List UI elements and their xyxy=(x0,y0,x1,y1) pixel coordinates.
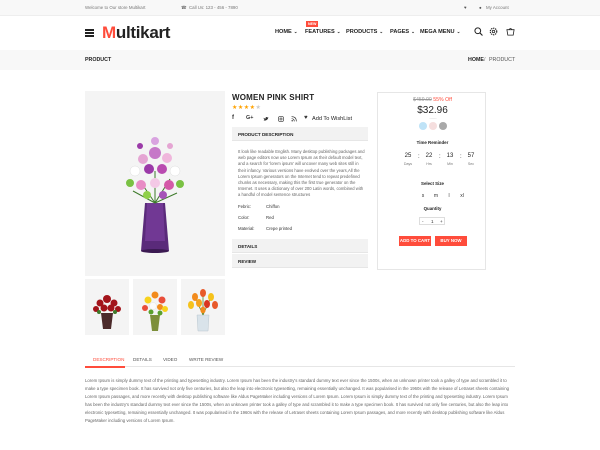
wishlist-heart-icon[interactable]: ♥ xyxy=(304,115,308,121)
tab-description[interactable]: DESCRIPTION xyxy=(93,357,124,362)
product-tabs: DESCRIPTION DETAILS VIDEO WRITE REVIEW xyxy=(85,352,515,367)
product-name: WOMEN PINK SHIRT xyxy=(232,93,315,102)
tab-write-review[interactable]: WRITE REVIEW xyxy=(189,357,223,362)
details-header[interactable]: DETAILS xyxy=(232,239,368,253)
size-option-xl[interactable]: xl xyxy=(458,193,466,199)
google-plus-icon[interactable]: G+ xyxy=(246,115,253,121)
gear-icon[interactable] xyxy=(489,27,498,36)
thumbnail-red-roses[interactable] xyxy=(85,279,129,335)
thumbnail-mixed-bouquet[interactable] xyxy=(133,279,177,335)
rating-stars: ★★★★★ xyxy=(232,105,262,111)
color-swatch-blue[interactable] xyxy=(419,122,427,130)
quantity-stepper: - 1 + xyxy=(419,217,445,225)
search-icon[interactable] xyxy=(474,27,483,36)
breadcrumb: PRODUCT HOME / PRODUCT xyxy=(0,50,600,70)
quantity-minus-button[interactable]: - xyxy=(422,219,424,224)
timer-minutes: 13 Min xyxy=(446,153,454,166)
heart-icon[interactable]: ♥ xyxy=(464,5,467,10)
new-badge: NEW xyxy=(306,21,319,27)
top-bar: Welcome to Our store Multikart ☎ Call Us… xyxy=(0,0,600,16)
breadcrumb-current: PRODUCT xyxy=(489,57,516,63)
mixed-bouquet-image xyxy=(142,291,168,331)
tab-video[interactable]: VIDEO xyxy=(163,357,177,362)
flower-vase-image xyxy=(126,137,184,253)
add-to-wishlist-link[interactable]: Add To WishList xyxy=(312,116,352,122)
quantity-plus-button[interactable]: + xyxy=(440,219,443,224)
time-reminder-label: Time Reminder xyxy=(416,140,449,145)
select-size-label: Select Size xyxy=(421,181,444,186)
spec-color: Color: Red xyxy=(238,215,274,220)
orange-tulips-image xyxy=(188,289,218,332)
main-product-image[interactable] xyxy=(85,91,225,276)
nav-mega-menu[interactable]: MEGA MENU ⌄ xyxy=(420,29,460,35)
facebook-icon[interactable]: f xyxy=(232,115,234,121)
breadcrumb-home[interactable]: HOME xyxy=(468,57,484,63)
timer-colon: : xyxy=(439,154,441,160)
size-option-s[interactable]: s xyxy=(419,193,427,199)
price: $32.96 xyxy=(417,105,448,116)
tab-details[interactable]: DETAILS xyxy=(133,357,152,362)
phone-text: Call Us: 123 - 456 - 7890 xyxy=(189,5,238,10)
spec-fabric: Febric: Chiffon xyxy=(238,204,280,209)
active-tab-indicator xyxy=(85,366,125,368)
page-title: PRODUCT xyxy=(85,57,112,63)
my-account-link[interactable]: My Account xyxy=(486,5,509,10)
buy-now-button[interactable]: BUY NOW xyxy=(435,236,467,246)
timer-colon: : xyxy=(460,154,462,160)
timer-hours: 22 Hrs xyxy=(425,153,433,166)
instagram-icon[interactable] xyxy=(278,116,284,122)
thumbnail-orange-tulips[interactable] xyxy=(181,279,225,335)
quantity-input[interactable]: 1 xyxy=(431,219,434,224)
menu-icon[interactable] xyxy=(85,29,94,37)
twitter-icon[interactable] xyxy=(263,116,269,122)
quantity-label: Quantity xyxy=(423,206,442,211)
size-option-m[interactable]: m xyxy=(432,193,440,199)
old-price: $459.00 55% Off xyxy=(413,97,452,103)
review-header[interactable]: REVIEW xyxy=(232,254,368,268)
nav-features[interactable]: FEATURES ⌄ xyxy=(305,29,341,35)
product-description-header[interactable]: PRODUCT DESCRIPTION xyxy=(232,127,368,141)
timer-colon: : xyxy=(418,154,420,160)
add-to-cart-button[interactable]: ADD TO CART xyxy=(399,236,431,246)
color-swatch-gray[interactable] xyxy=(439,122,447,130)
cart-icon[interactable] xyxy=(506,27,515,36)
nav-products[interactable]: PRODUCTS ⌄ xyxy=(346,29,383,35)
product-description-text: It look like readable English. Many desk… xyxy=(238,149,365,198)
breadcrumb-separator: / xyxy=(484,57,486,63)
nav-pages[interactable]: PAGES ⌄ xyxy=(390,29,415,35)
spec-material: Material: Crepe printed xyxy=(238,226,293,231)
logo[interactable]: Multikart xyxy=(102,23,170,43)
red-roses-image xyxy=(93,295,121,329)
purchase-panel: $459.00 55% Off $32.96 Time Reminder 25 D… xyxy=(377,92,486,270)
phone-icon: ☎ xyxy=(181,5,187,10)
welcome-text: Welcome to Our store Multikart xyxy=(85,5,146,10)
price-divider xyxy=(429,118,437,119)
rss-icon[interactable] xyxy=(291,116,297,122)
nav-home[interactable]: HOME ⌄ xyxy=(275,29,298,35)
color-swatch-pink[interactable] xyxy=(429,122,437,130)
timer-days: 25 Days xyxy=(403,153,413,166)
size-option-l[interactable]: l xyxy=(445,193,453,199)
tab-description-text: Lorem Ipsum is simply dummy text of the … xyxy=(85,378,509,423)
user-icon[interactable]: ● xyxy=(479,5,482,10)
timer-seconds: 57 Sec xyxy=(467,153,475,166)
